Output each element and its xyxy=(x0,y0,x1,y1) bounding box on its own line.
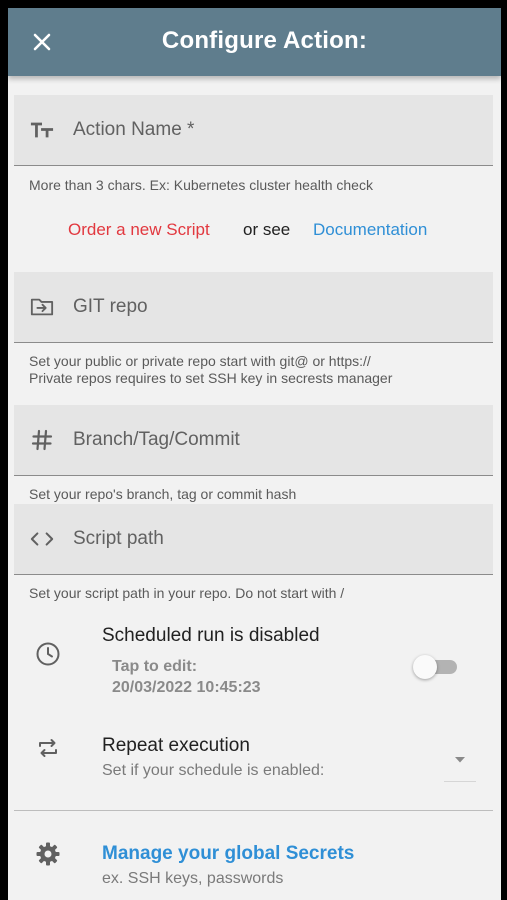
action-name-label: Action Name * xyxy=(73,119,195,140)
branch-field[interactable]: Branch/Tag/Commit xyxy=(14,405,493,476)
schedule-toggle[interactable] xyxy=(413,655,459,679)
section-divider xyxy=(14,810,493,811)
branch-helper: Set your repo's branch, tag or commit ha… xyxy=(29,486,297,502)
order-script-link[interactable]: Order a new Script xyxy=(68,220,210,240)
git-repo-label: GIT repo xyxy=(73,296,148,317)
code-icon xyxy=(30,527,54,551)
repeat-subtitle: Set if your schedule is enabled: xyxy=(102,762,325,779)
or-see-text: or see xyxy=(243,220,291,239)
schedule-datetime[interactable]: 20/03/2022 10:45:23 xyxy=(112,679,261,697)
action-name-helper: More than 3 chars. Ex: Kubernetes cluste… xyxy=(29,177,373,193)
text-fields-icon xyxy=(30,118,54,142)
hash-icon xyxy=(30,428,54,452)
documentation-link[interactable]: Documentation xyxy=(313,220,427,240)
git-repo-helper-line1: Set your public or private repo start wi… xyxy=(29,353,371,369)
chevron-down-icon xyxy=(455,757,465,763)
git-repo-helper-line2: Private repos requires to set SSH key in… xyxy=(29,370,393,386)
action-name-field[interactable]: Action Name * xyxy=(14,95,493,166)
gear-icon xyxy=(34,840,62,868)
repeat-title: Repeat execution xyxy=(102,735,250,756)
toggle-thumb xyxy=(413,655,437,679)
manage-secrets-link[interactable]: Manage your global Secrets xyxy=(102,843,354,865)
script-path-field[interactable]: Script path xyxy=(14,504,493,575)
repeat-icon xyxy=(34,734,62,762)
script-path-label: Script path xyxy=(73,528,164,549)
folder-arrow-icon xyxy=(30,295,54,319)
configure-action-screen: Configure Action: Action Name * More tha… xyxy=(8,8,501,900)
app-bar: Configure Action: xyxy=(8,8,501,76)
page-title: Configure Action: xyxy=(161,27,368,54)
git-repo-field[interactable]: GIT repo xyxy=(14,272,493,343)
repeat-dropdown[interactable] xyxy=(444,748,476,782)
clock-icon xyxy=(34,640,62,668)
schedule-tap-hint: Tap to edit: xyxy=(112,658,198,675)
secrets-subtitle: ex. SSH keys, passwords xyxy=(102,870,284,887)
script-path-helper: Set your script path in your repo. Do no… xyxy=(29,585,345,601)
schedule-title[interactable]: Scheduled run is disabled xyxy=(102,625,320,647)
branch-label: Branch/Tag/Commit xyxy=(73,429,240,450)
